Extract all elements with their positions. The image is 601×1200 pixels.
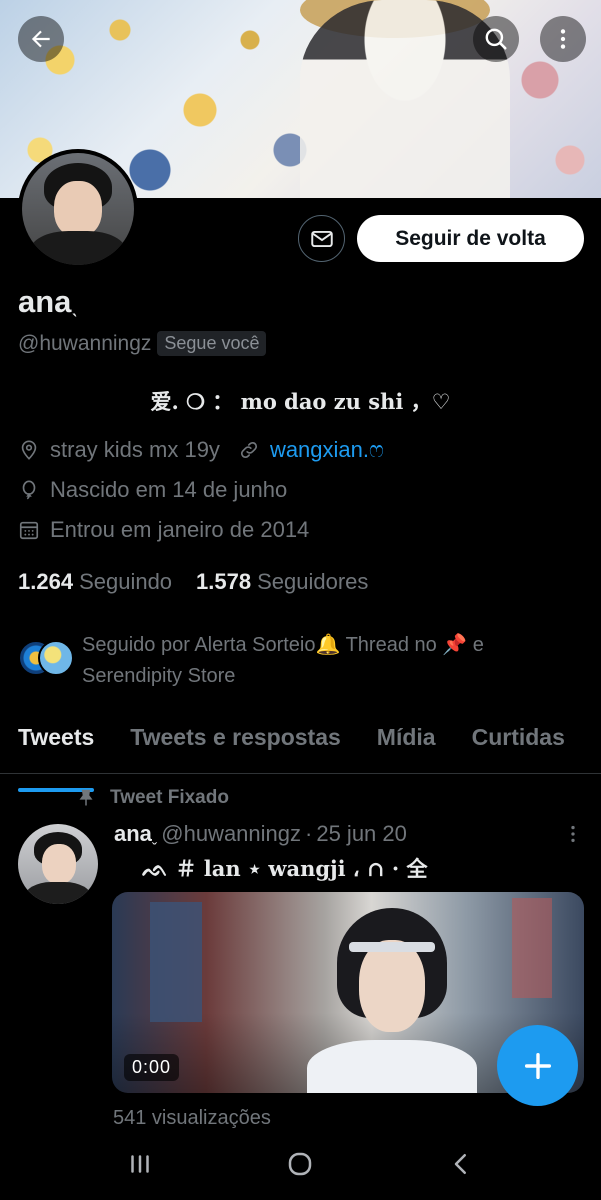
follow-back-button[interactable]: Seguir de volta (357, 215, 584, 262)
display-name-suffix: ˎ (71, 292, 79, 317)
tweet-date: 25 jun 20 (316, 821, 407, 846)
more-vertical-icon (571, 825, 575, 843)
search-button[interactable] (473, 16, 519, 62)
profile-birthday: Nascido em 14 de junho (50, 477, 288, 502)
more-options-button[interactable] (540, 16, 586, 62)
balloon-icon (22, 480, 36, 500)
location-pin-icon (21, 440, 37, 460)
follow-counts: 1.264 Seguindo 1.578 Seguidores (18, 569, 368, 595)
calendar-icon (19, 521, 39, 540)
tweet-author-name-suffix: ˬ (151, 828, 158, 845)
video-background-lantern (512, 898, 552, 998)
profile-handle-row: @huwanningz Segue você (18, 331, 267, 356)
following-label: Seguindo (79, 569, 173, 594)
tab-likes[interactable]: Curtidas (454, 716, 583, 773)
compose-tweet-button[interactable] (497, 1025, 578, 1106)
tab-media[interactable]: Mídia (359, 716, 454, 773)
tweet-views: 541 visualizações (113, 1107, 271, 1129)
recent-apps-button[interactable] (125, 1149, 155, 1184)
followed-by-text: Seguido por Alerta Sorteio🔔 Thread no 📌 … (82, 630, 484, 692)
system-navigation-bar (0, 1132, 601, 1200)
profile-meta-location-row: stray kids mx 19y wangxian.ෆ (18, 437, 384, 463)
follows-you-badge: Segue você (157, 331, 267, 356)
tweet-more-button[interactable] (562, 822, 584, 851)
video-timer: 0:00 (124, 1054, 180, 1081)
followed-by-row[interactable]: Seguido por Alerta Sorteio🔔 Thread no 📌 … (18, 630, 484, 692)
profile-tabs: Tweets Tweets e respostas Mídia Curtidas (0, 716, 601, 792)
tweet-header: anaˬ @huwanningz · 25 jun 20 (114, 821, 407, 847)
tweet-separator: · (305, 821, 313, 846)
back-button[interactable] (18, 16, 64, 62)
tweet-author-name-text: ana (114, 821, 152, 846)
envelope-icon (310, 230, 333, 247)
arrow-left-icon (31, 30, 50, 48)
plus-icon (524, 1052, 551, 1079)
followers-label: Seguidores (257, 569, 369, 594)
following-count-link[interactable]: 1.264 Seguindo (18, 569, 172, 595)
following-count: 1.264 (18, 569, 74, 594)
tab-tweets-and-replies[interactable]: Tweets e respostas (112, 716, 359, 773)
followed-by-line: Seguido por Alerta Sorteio🔔 Thread no 📌 … (82, 634, 484, 656)
followed-by-line: Serendipity Store (82, 665, 236, 687)
pinned-label-text: Tweet Fixado (110, 787, 229, 808)
more-vertical-icon (560, 29, 566, 49)
tweet-author-avatar[interactable] (18, 824, 98, 904)
home-button[interactable] (285, 1149, 315, 1184)
profile-handle: @huwanningz (18, 331, 152, 355)
video-background-lantern (150, 902, 202, 1022)
message-button[interactable] (298, 215, 345, 262)
profile-bio: 爱. ❍ ： mo dao zu shi ，♡ (150, 389, 451, 414)
pin-icon (79, 789, 93, 806)
chevron-left-icon (454, 1153, 466, 1174)
profile-display-name: anaˎ (18, 284, 79, 320)
profile-avatar[interactable] (18, 149, 138, 269)
profile-website-link[interactable]: wangxian.ෆ (270, 437, 384, 463)
avatar-image (22, 153, 134, 265)
profile-location: stray kids mx 19y (50, 437, 220, 462)
system-back-button[interactable] (446, 1149, 476, 1184)
profile-meta-birthday-row: Nascido em 14 de junho (18, 477, 287, 503)
followers-count-link[interactable]: 1.578 Seguidores (196, 569, 368, 595)
home-circle-icon (289, 1152, 312, 1175)
pinned-tweet-label: Tweet Fixado (76, 787, 229, 809)
profile-meta-joined-row: Entrou em janeiro de 2014 (18, 517, 309, 543)
tab-tweets[interactable]: Tweets (0, 716, 112, 792)
search-icon (485, 28, 507, 50)
follower-avatar (38, 640, 74, 676)
tweet-author-handle: @huwanningz (161, 821, 302, 846)
display-name-text: ana (18, 284, 72, 319)
tweet-author-name[interactable]: anaˬ (114, 821, 157, 847)
followed-by-avatars (18, 640, 76, 680)
tweet-text: ᨒ ＃ lan ⋆ wangji ، ∩ · 全 (142, 856, 428, 881)
link-icon (240, 441, 257, 459)
recent-apps-icon (131, 1154, 149, 1173)
profile-joined-date: Entrou em janeiro de 2014 (50, 517, 310, 542)
followers-count: 1.578 (196, 569, 252, 594)
video-person (307, 900, 477, 1093)
